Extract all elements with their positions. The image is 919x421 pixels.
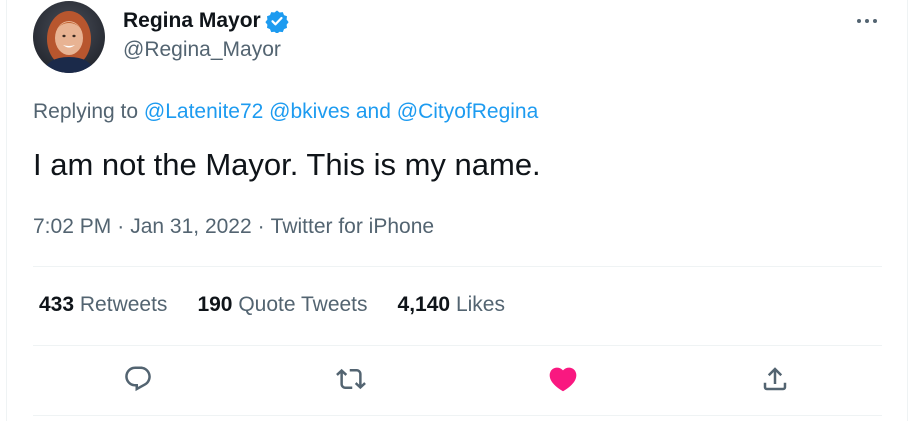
column-border-left	[6, 0, 7, 421]
mention-link-cityofregina[interactable]: @CityofRegina	[397, 100, 539, 123]
tweet-source[interactable]: Twitter for iPhone	[271, 215, 434, 238]
mention-link-latenite72[interactable]: @Latenite72	[144, 100, 263, 123]
divider	[33, 266, 882, 267]
tweet-text: I am not the Mayor. This is my name.	[33, 147, 541, 182]
meta-separator: ·	[257, 215, 265, 238]
retweets-label: Retweets	[79, 293, 168, 316]
likes-stat[interactable]: 4,140 Likes	[398, 293, 505, 317]
reply-context: Replying to @Latenite72 @bkives and @Cit…	[33, 100, 538, 124]
column-border-right	[907, 0, 908, 421]
author-display-name[interactable]: Regina Mayor	[123, 9, 261, 33]
quote-tweets-stat[interactable]: 190 Quote Tweets	[197, 293, 367, 317]
meta-separator: ·	[117, 215, 125, 238]
divider	[33, 345, 882, 346]
likes-label: Likes	[455, 293, 505, 316]
quote-tweets-label: Quote Tweets	[238, 293, 368, 316]
retweet-icon[interactable]	[334, 362, 368, 396]
share-icon[interactable]	[758, 362, 792, 396]
reply-context-prefix: Replying to	[33, 100, 139, 123]
avatar[interactable]	[33, 1, 105, 73]
mention-link-bkives[interactable]: @bkives	[269, 100, 350, 123]
mention-conjunction[interactable]: and	[356, 100, 391, 123]
engagement-stats: 433 Retweets 190 Quote Tweets 4,140 Like…	[39, 293, 535, 317]
more-options-icon[interactable]	[852, 8, 882, 34]
verified-badge-icon	[265, 9, 289, 34]
author-handle[interactable]: @Regina_Mayor	[123, 38, 281, 62]
quote-tweets-count: 190	[197, 293, 233, 316]
avatar-photo	[33, 1, 105, 73]
like-icon[interactable]	[546, 362, 580, 396]
tweet-detail: Regina Mayor @Regina_Mayor Replying to @…	[0, 0, 919, 421]
reply-icon[interactable]	[121, 362, 155, 396]
retweets-stat[interactable]: 433 Retweets	[39, 293, 167, 317]
tweet-time[interactable]: 7:02 PM	[33, 215, 111, 238]
likes-count: 4,140	[397, 293, 451, 316]
divider	[33, 415, 882, 416]
author-name-row: Regina Mayor	[123, 8, 289, 34]
tweet-date[interactable]: Jan 31, 2022	[130, 215, 251, 238]
tweet-metadata: 7:02 PM · Jan 31, 2022 · Twitter for iPhone	[33, 215, 434, 239]
retweets-count: 433	[39, 293, 75, 316]
